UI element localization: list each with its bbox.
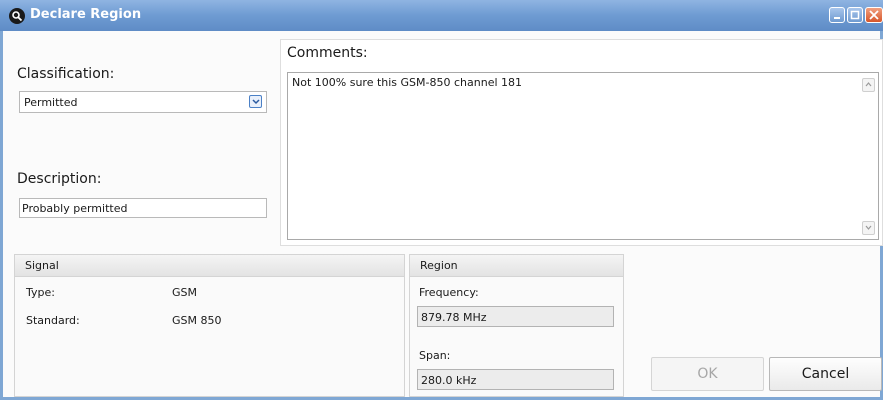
maximize-icon [850,10,860,20]
title-bar[interactable]: Declare Region [0,0,883,31]
signal-group: Signal Type: GSM Standard: GSM 850 [14,254,405,397]
comments-label: Comments: [287,45,368,61]
frequency-value: 879.78 MHz [421,311,487,324]
minimize-button[interactable] [829,7,845,23]
region-group-header: Region [410,255,623,277]
region-title: Region [420,259,458,272]
classification-select[interactable]: Permitted [19,91,267,113]
chevron-down-icon [865,225,872,230]
span-label: Span: [419,349,451,362]
scroll-up-button[interactable] [862,78,875,92]
cancel-button[interactable]: Cancel [769,357,882,391]
chevron-up-icon [865,82,872,87]
description-label: Description: [17,171,102,187]
dropdown-button[interactable] [249,95,262,108]
declare-region-dialog: Declare Region Classification: Permitted… [0,0,883,400]
signal-group-header: Signal [15,255,404,277]
signal-title: Signal [25,259,59,272]
signal-standard-value: GSM 850 [172,314,222,327]
chevron-down-icon [252,99,260,105]
signal-type-label: Type: [26,286,55,299]
close-button[interactable] [865,7,883,23]
signal-type-value: GSM [172,286,197,299]
span-field: 280.0 kHz [417,369,614,390]
comments-textarea[interactable]: Not 100% sure this GSM-850 channel 181 [287,72,879,240]
minimize-icon [834,17,840,19]
scroll-down-button[interactable] [862,221,875,235]
frequency-field: 879.78 MHz [417,306,614,327]
ok-button[interactable]: OK [651,357,764,391]
maximize-button[interactable] [847,7,863,23]
classification-value: Permitted [24,96,78,109]
magnifier-icon [9,8,25,24]
comments-value: Not 100% sure this GSM-850 channel 181 [292,76,523,89]
span-value: 280.0 kHz [421,374,477,387]
close-icon [869,10,879,20]
signal-standard-label: Standard: [26,314,80,327]
description-value: Probably permitted [22,202,128,215]
region-group: Region Frequency: 879.78 MHz Span: 280.0… [409,254,624,397]
frequency-label: Frequency: [419,286,479,299]
description-input[interactable]: Probably permitted [19,198,267,218]
window-title: Declare Region [30,7,142,22]
classification-label: Classification: [17,66,115,82]
